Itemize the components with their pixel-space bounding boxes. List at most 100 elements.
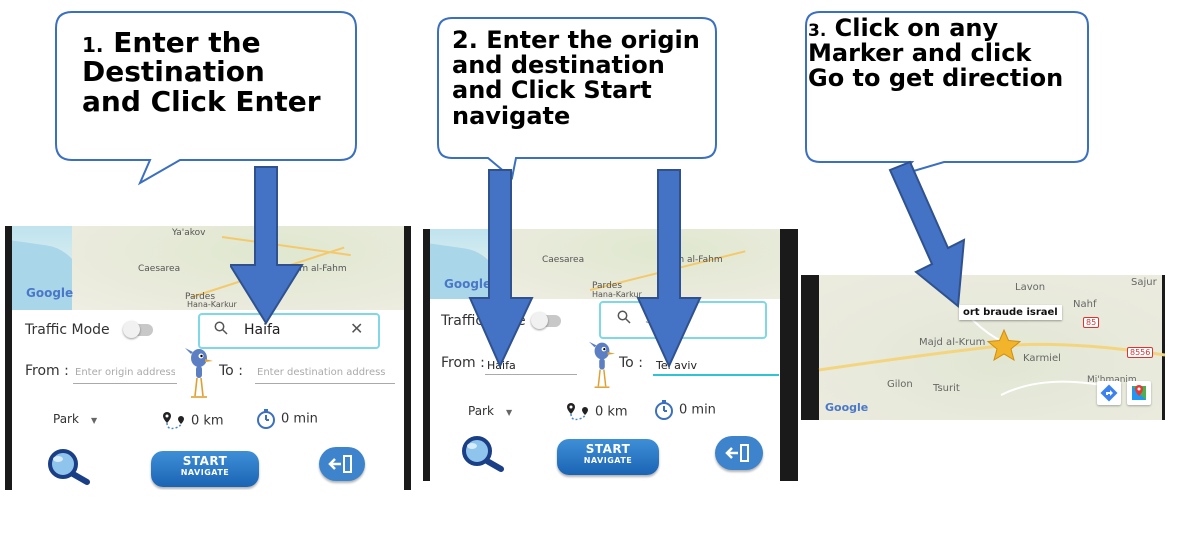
map-label: Caesarea	[138, 264, 181, 274]
distance-display: 0 km	[565, 399, 628, 425]
route-icon	[163, 412, 184, 430]
traffic-mode-label: Traffic Mode	[25, 322, 110, 338]
app-screen-1: Ya'akov Caesarea Umm al-Fahm Pardes Hana…	[5, 226, 411, 490]
search-value: Haifa	[244, 322, 281, 338]
route-icon	[567, 403, 588, 421]
step-2-line-1: Enter the origin	[486, 26, 700, 54]
park-dropdown[interactable]: Park ▼	[468, 404, 512, 418]
map-view[interactable]: Caesarea Umm al-Fahm Pardes Hana-Karkur …	[430, 229, 780, 299]
start-navigate-button[interactable]: START NAVIGATE	[557, 439, 659, 475]
phone-bezel-left	[423, 229, 430, 481]
traffic-mode-toggle[interactable]	[123, 321, 153, 338]
map-label: Tsurit	[933, 383, 960, 394]
toggle-knob	[531, 312, 548, 329]
search-icon	[617, 310, 631, 328]
search-input[interactable]: Search	[599, 301, 767, 339]
step-2-line-4: navigate	[452, 101, 571, 130]
exit-icon	[725, 444, 749, 462]
search-magnifier-icon[interactable]	[457, 435, 507, 473]
map-label: Umm al-Fahm	[284, 264, 347, 274]
duration-display: 0 min	[255, 408, 318, 430]
map-marker-view[interactable]: Lavon Sajur Nahf Majd al-Krum Karmiel Gi…	[801, 275, 1165, 420]
instruction-step-3: 3. Click on any Marker and click Go to g…	[808, 14, 1064, 93]
step-3-line-2: Marker and click	[808, 39, 1032, 68]
instruction-step-2: 2. Enter the origin and destination and …	[452, 26, 700, 130]
step-1-line-1: Enter the	[113, 26, 261, 59]
land-area	[490, 229, 780, 299]
map-label: Umm al-Fahm	[660, 255, 723, 265]
to-label: To :	[619, 355, 643, 371]
distance-display: 0 km	[161, 408, 224, 434]
map-label: Gilon	[887, 379, 913, 390]
exit-button[interactable]	[319, 447, 365, 481]
distance-value: 0 km	[595, 404, 628, 420]
origin-underline	[485, 374, 577, 375]
map-view[interactable]: Ya'akov Caesarea Umm al-Fahm Pardes Hana…	[12, 226, 404, 310]
park-label: Park	[468, 404, 494, 418]
from-label: From :	[25, 363, 69, 379]
map-label: Karmiel	[1023, 353, 1061, 364]
map-label: Hana-Karkur	[187, 300, 237, 309]
step-3-line-3: Go to get direction	[808, 64, 1064, 93]
start-label: START	[585, 442, 631, 456]
park-dropdown[interactable]: Park ▼	[53, 412, 97, 426]
clear-icon[interactable]: ✕	[350, 319, 363, 338]
park-label: Park	[53, 412, 79, 426]
search-input[interactable]: Haifa ✕	[198, 313, 380, 349]
map-label: Lavon	[1015, 282, 1046, 293]
destination-input[interactable]: Enter destination address	[257, 367, 393, 378]
directions-button[interactable]	[1097, 381, 1121, 405]
directions-icon	[1100, 384, 1118, 402]
google-logo: Google	[825, 401, 869, 414]
stopwatch-icon	[257, 409, 275, 429]
roadrunner-mascot-icon	[185, 348, 213, 398]
road-shield: 85	[1083, 317, 1100, 328]
step-3-number: 3.	[808, 21, 827, 41]
step-1-line-3: and Click Enter	[82, 84, 321, 118]
google-maps-icon	[1132, 385, 1146, 400]
duration-display: 0 min	[653, 399, 716, 421]
destination-underline	[255, 383, 395, 384]
to-label: To :	[219, 363, 243, 379]
star-marker-icon[interactable]	[987, 329, 1021, 361]
duration-value: 0 min	[281, 411, 318, 427]
map-label: Majd al-Krum	[919, 337, 986, 348]
navigate-label: NAVIGATE	[583, 456, 633, 465]
distance-value: 0 km	[191, 413, 224, 429]
google-logo: Google	[444, 277, 492, 291]
road-shield: 8556	[1127, 347, 1154, 358]
map-label: Hana-Karkur	[592, 290, 642, 299]
destination-input[interactable]: Tel aviv	[656, 359, 697, 372]
search-magnifier-icon[interactable]	[43, 448, 93, 486]
phone-bezel-left	[5, 226, 12, 490]
search-placeholder: Search	[645, 312, 690, 327]
step-2-line-3: and Click Start	[452, 76, 652, 105]
marker-info-window[interactable]: ort braude israel	[959, 305, 1062, 320]
origin-input[interactable]: Enter origin address	[75, 367, 175, 378]
chevron-down-icon: ▼	[90, 416, 98, 425]
exit-button[interactable]	[715, 436, 763, 470]
duration-value: 0 min	[679, 402, 716, 418]
map-label: Caesarea	[542, 255, 585, 265]
traffic-mode-toggle[interactable]	[531, 312, 561, 329]
phone-bezel-right	[404, 226, 411, 490]
start-label: START	[182, 454, 228, 468]
stopwatch-icon	[655, 400, 673, 420]
origin-underline	[73, 383, 177, 384]
map-label: Ya'akov	[172, 228, 206, 238]
google-logo: Google	[26, 286, 74, 300]
chevron-down-icon: ▼	[505, 408, 513, 417]
traffic-mode-label: Traffic Mode	[441, 313, 526, 329]
map-label: Nahf	[1073, 299, 1097, 310]
step-1-line-2: Destination	[82, 55, 265, 89]
phone-bezel-right	[780, 229, 798, 481]
step-2-number: 2.	[452, 26, 478, 54]
step-2-line-2: and destination	[452, 51, 665, 80]
instruction-step-1: 1. Enter the Destination and Click Enter	[82, 28, 321, 116]
step-3-line-1: Click on any	[834, 14, 999, 42]
origin-input[interactable]: Haifa	[487, 359, 516, 372]
open-google-maps-button[interactable]	[1127, 381, 1151, 405]
start-navigate-button[interactable]: START NAVIGATE	[151, 451, 259, 487]
search-icon	[214, 321, 228, 339]
toggle-knob	[123, 321, 140, 338]
